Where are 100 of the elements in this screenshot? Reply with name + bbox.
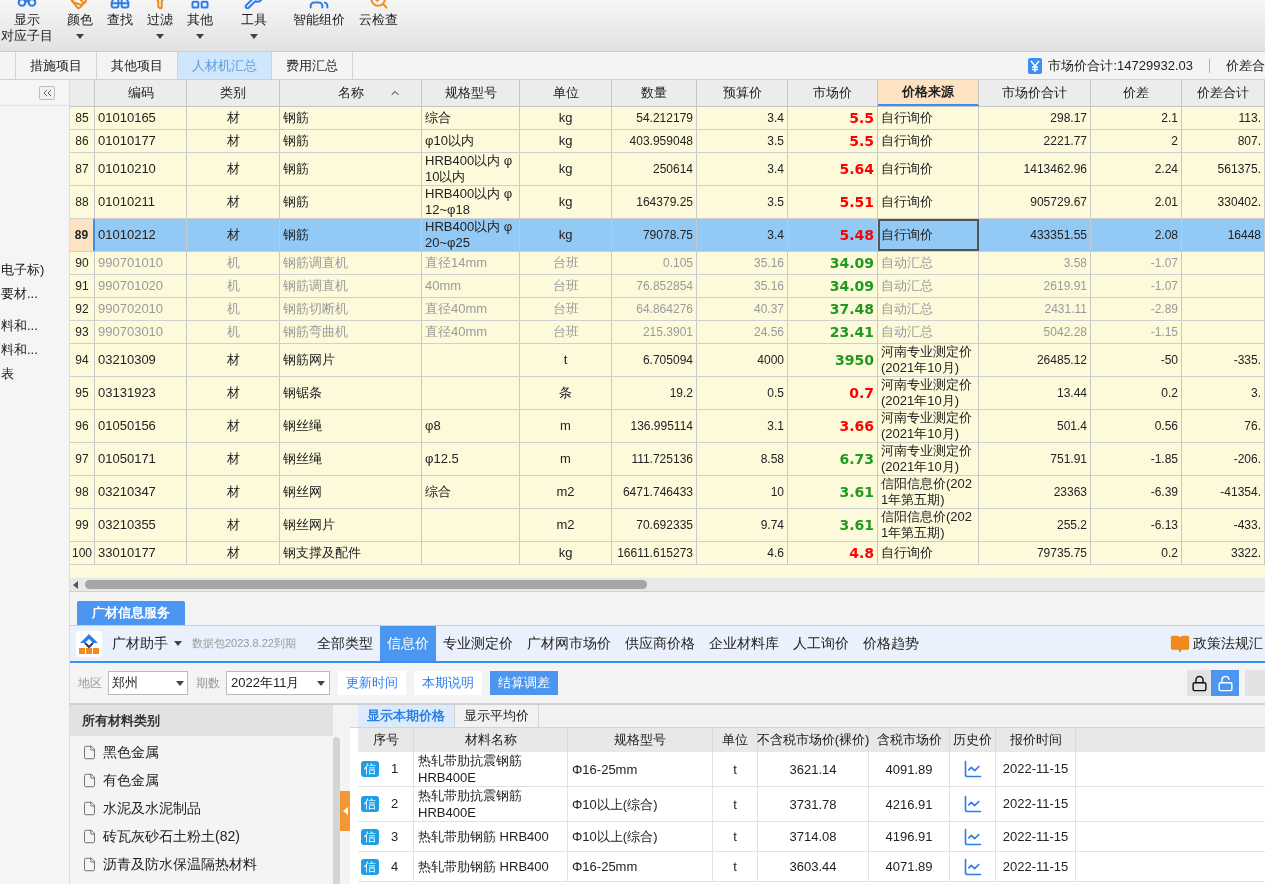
category-tab[interactable]: 人工询价 [785, 626, 856, 661]
table-cell: 01010165 [95, 107, 187, 129]
table-cell: 990702010 [95, 298, 187, 320]
column-header[interactable]: 编码 [95, 80, 187, 106]
table-cell: -6.13 [1091, 509, 1182, 541]
table-cell: 机 [187, 321, 280, 343]
toolbar-button[interactable]: 云检查 [358, 0, 399, 28]
toolbar-button[interactable]: 过滤 [146, 0, 174, 44]
category-item[interactable]: 沥青及防水保温隔热材料 [70, 850, 333, 878]
search-icon [368, 0, 389, 10]
collapse-handle[interactable] [340, 791, 350, 831]
side-item[interactable]: 料和... [1, 338, 69, 362]
category-item[interactable]: 水泥及水泥制品 [70, 794, 333, 822]
side-item[interactable]: 表 [1, 362, 69, 386]
category-tab[interactable]: 价格趋势 [855, 626, 926, 661]
table-cell: Φ10以上(综合) [568, 822, 713, 851]
table-cell: kg [520, 130, 612, 152]
price-tab[interactable]: 显示平均价 [455, 705, 539, 727]
column-header[interactable]: 数量 [612, 80, 697, 106]
table-cell: 4.6 [697, 542, 788, 564]
sheet-tab[interactable]: 费用汇总 [271, 52, 352, 79]
toolbar-button[interactable]: 工具 [240, 0, 268, 39]
table-cell: 79078.75 [612, 219, 697, 251]
table-cell: 905729.67 [979, 186, 1091, 218]
caret-icon [174, 641, 182, 646]
category-tab[interactable]: 专业测定价 [435, 626, 520, 661]
yen-icon [1028, 57, 1043, 74]
table-cell: 54.212179 [612, 107, 697, 129]
table-cell: 34.09 [788, 275, 878, 297]
category-tab[interactable]: 全部类型 [309, 626, 380, 661]
period-select[interactable]: 2022年11月 [226, 671, 330, 695]
table-cell: 2619.91 [979, 275, 1091, 297]
table-cell: 16611.615273 [612, 542, 697, 564]
lock-icon[interactable] [1187, 670, 1211, 696]
column-header[interactable]: 价格来源 [878, 80, 979, 106]
line-chart-icon[interactable] [962, 759, 983, 779]
table-cell: 河南专业测定价(2021年10月) [878, 377, 979, 409]
category-tab[interactable]: 供应商价格 [617, 626, 702, 661]
table-cell-text: 4 [391, 857, 399, 876]
category-tab[interactable]: 企业材料库 [701, 626, 786, 661]
table-cell: 材 [187, 153, 280, 185]
table-cell: t [713, 852, 758, 881]
column-header[interactable]: 价差 [1091, 80, 1182, 106]
column-header[interactable]: 市场价合计 [979, 80, 1091, 106]
column-header[interactable]: 类别 [187, 80, 280, 106]
table-cell: 0.56 [1091, 410, 1182, 442]
table-cell: 2022-11-15 [996, 787, 1076, 821]
table-cell: 70.692335 [612, 509, 697, 541]
table-cell: 钢筋网片 [280, 344, 422, 376]
side-item[interactable]: 要材... [1, 282, 69, 306]
table-cell: 33010177 [95, 542, 187, 564]
table-cell: t [520, 344, 612, 376]
table-cell: 501.4 [979, 410, 1091, 442]
toolbar-button[interactable]: 智能组价 [292, 0, 346, 28]
column-header[interactable]: 价差合计 [1182, 80, 1265, 106]
horizontal-scrollbar[interactable] [70, 578, 1265, 592]
column-header[interactable]: 预算价 [697, 80, 788, 106]
collapse-button[interactable] [39, 85, 55, 100]
table-cell: 990703010 [95, 321, 187, 343]
line-chart-icon[interactable] [962, 794, 983, 814]
side-item[interactable]: 料和... [1, 314, 69, 338]
brush-icon [70, 0, 90, 10]
toolbar-button[interactable]: 查找 [106, 0, 134, 44]
vertical-scrollbar[interactable] [333, 737, 340, 884]
table-cell: 材 [187, 443, 280, 475]
table-cell: 2022-11-15 [996, 852, 1076, 881]
column-header[interactable]: 规格型号 [422, 80, 520, 106]
column-header: 含税市场价 [869, 728, 950, 752]
column-header[interactable]: 单位 [520, 80, 612, 106]
toolbar-button[interactable]: 显示 对应子目 [0, 0, 54, 44]
table-cell: 3714.08 [758, 822, 869, 851]
table-cell: 自行询价 [878, 130, 979, 152]
table-cell: kg [520, 186, 612, 218]
category-tab[interactable]: 广材网市场价 [519, 626, 618, 661]
side-item[interactable]: 电子标) [1, 258, 69, 282]
line-chart-icon[interactable] [962, 856, 983, 877]
table-cell: 钢丝绳 [280, 443, 422, 475]
table-cell: 2022-11-15 [996, 822, 1076, 851]
table-cell: 信阳信息价(2021年第五期) [878, 509, 979, 541]
toolbar-button[interactable]: 其他 [186, 0, 214, 44]
region-select[interactable]: 郑州 [108, 671, 188, 695]
category-item[interactable]: 黑色金属 [70, 738, 333, 766]
category-item[interactable]: 砖瓦灰砂石土粉土(82) [70, 822, 333, 850]
table-cell: 台班 [520, 298, 612, 320]
table-cell: 综合 [422, 476, 520, 508]
scroll-left-icon[interactable] [73, 580, 79, 589]
brand-dropdown[interactable]: 广材助手 [112, 633, 182, 654]
table-cell: 钢丝绳 [280, 410, 422, 442]
table-cell: 钢丝网 [280, 476, 422, 508]
category-item[interactable]: 有色金属 [70, 766, 333, 794]
filter-button[interactable]: 本期说明 [414, 671, 482, 695]
filter-button[interactable]: 更新时间 [338, 671, 406, 695]
policy-button[interactable]: 政策法规汇 [1170, 626, 1265, 661]
sheet-tab[interactable]: 措施项目 [15, 52, 96, 79]
caret-icon [176, 680, 184, 686]
line-chart-icon[interactable] [962, 826, 983, 847]
table-cell: 113. [1182, 107, 1265, 129]
column-header[interactable]: 名称 [280, 80, 422, 106]
glasses-icon [17, 0, 37, 10]
toolbar-button[interactable]: 颜色 [66, 0, 94, 44]
